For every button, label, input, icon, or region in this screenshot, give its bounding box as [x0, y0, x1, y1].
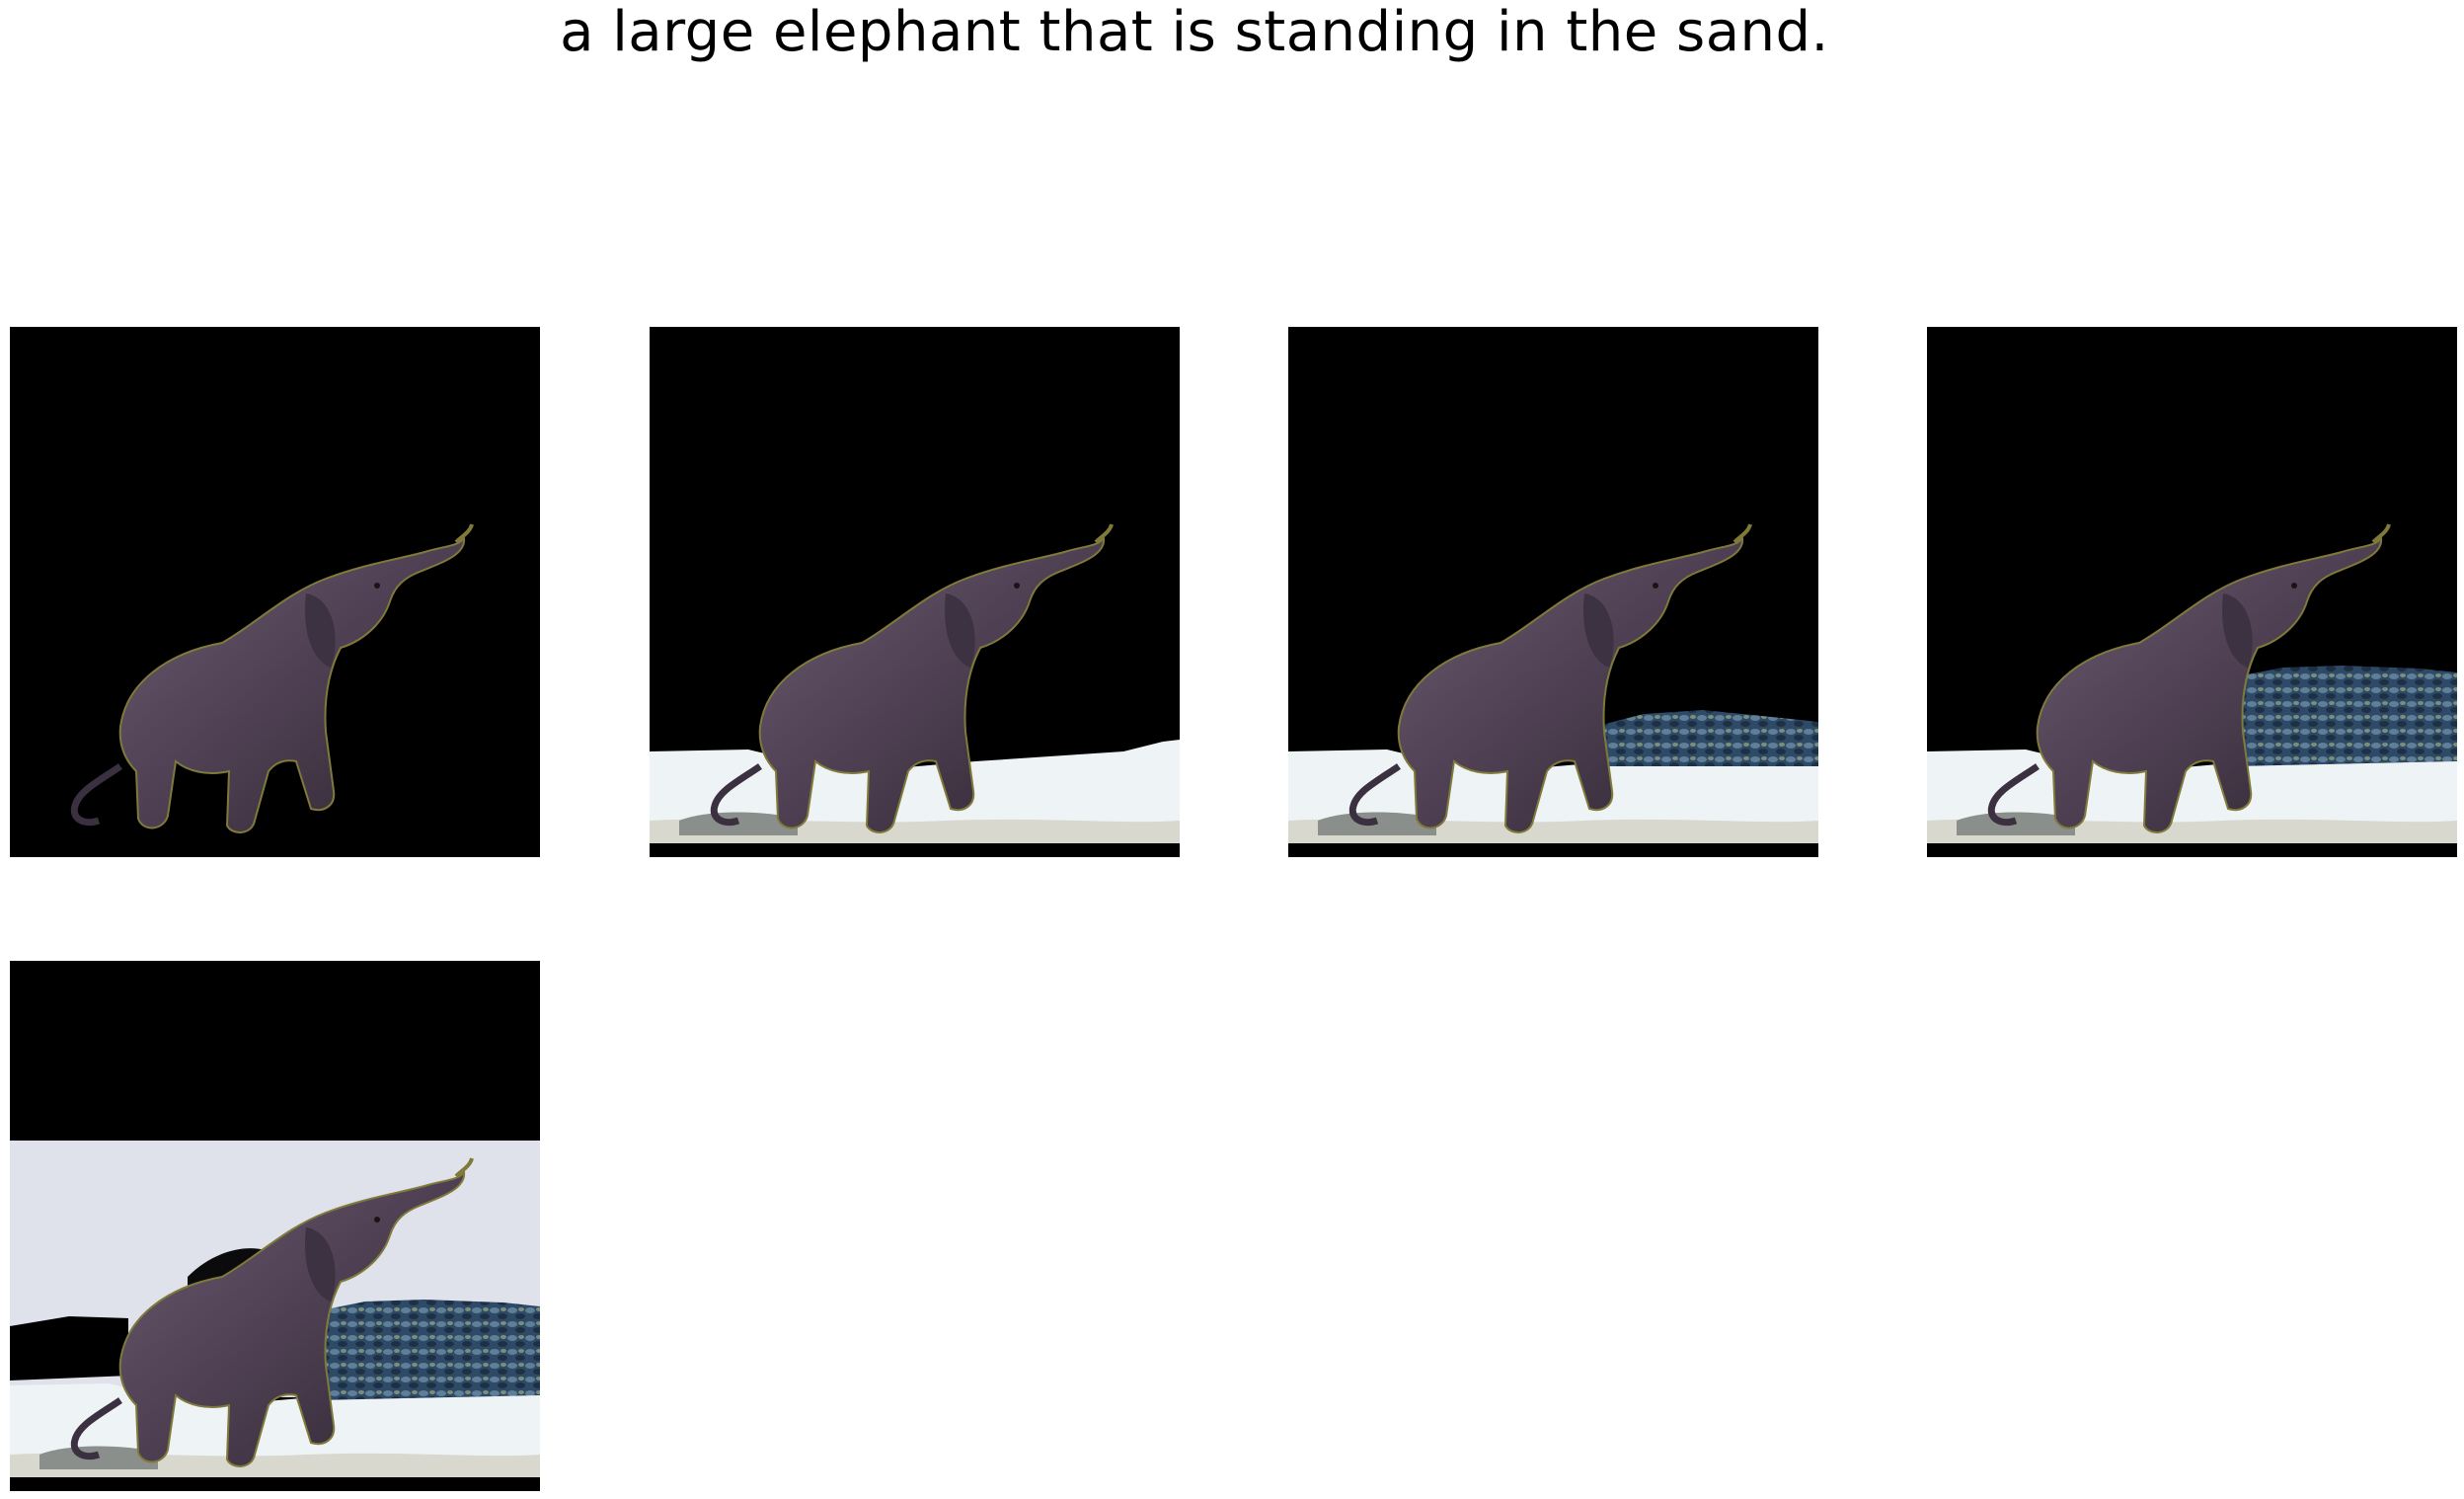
frame-5-image [10, 961, 540, 1491]
caption-title: a large elephant that is standing in the… [560, 0, 1829, 64]
frame-2-image [650, 327, 1180, 857]
frame-3-image [1288, 327, 1818, 857]
frame-4-image [1927, 327, 2457, 857]
frame-1-image [10, 327, 540, 857]
